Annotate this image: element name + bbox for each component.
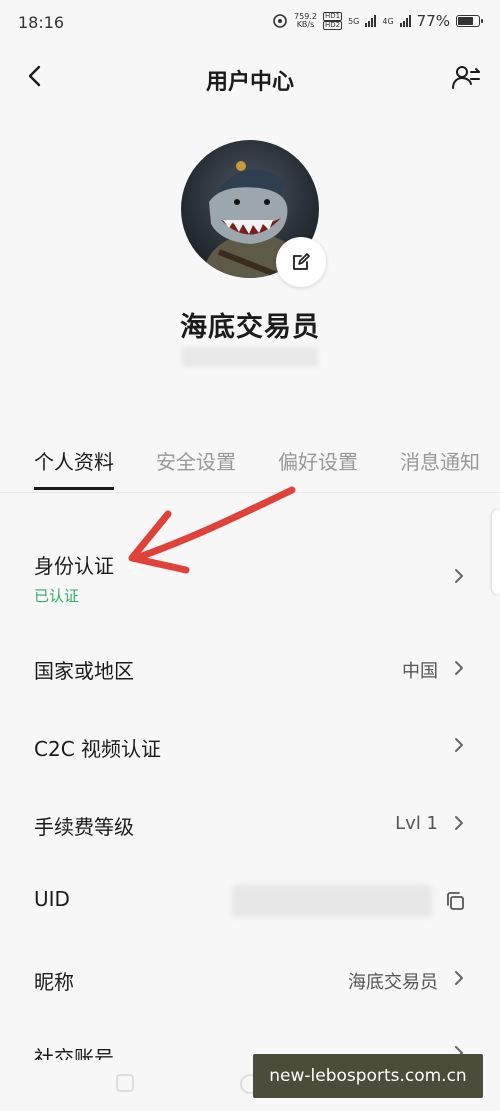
hd-badge: HD1 HD2 xyxy=(322,12,343,30)
tab-personal-info[interactable]: 个人资料 xyxy=(34,446,114,490)
nickname-row[interactable]: 昵称 海底交易员 xyxy=(0,945,500,1015)
c2c-video-verification-row[interactable]: C2C 视频认证 xyxy=(0,712,500,782)
edit-avatar-button[interactable] xyxy=(276,237,326,287)
recent-apps-icon[interactable] xyxy=(116,1074,134,1092)
status-bar: 18:16 759.2 KB/s HD1 HD2 5G 4G 77% xyxy=(0,0,500,46)
username: 海底交易员 xyxy=(180,312,320,343)
net-speed: 759.2 KB/s xyxy=(294,12,317,29)
tab-bar: 个人资料 安全设置 偏好设置 消息通知 xyxy=(0,440,500,493)
hotspot-icon xyxy=(273,14,287,28)
identity-label: 身份认证 xyxy=(34,554,114,578)
chevron-right-icon xyxy=(455,569,463,583)
c2c-label: C2C 视频认证 xyxy=(34,737,162,761)
fee-value: Lvl 1 xyxy=(395,813,438,834)
status-icons: 759.2 KB/s HD1 HD2 5G 4G 77% xyxy=(272,12,483,30)
tab-notifications[interactable]: 消息通知 xyxy=(400,446,480,475)
redacted-account-id xyxy=(182,347,318,367)
battery-percent: 77% xyxy=(416,12,450,30)
battery-icon xyxy=(456,15,483,27)
identity-status: 已认证 xyxy=(34,587,80,605)
network-5g: 5G xyxy=(348,16,360,26)
fee-level-row[interactable]: 手续费等级 Lvl 1 xyxy=(0,790,500,860)
identity-verification-row[interactable]: 身份认证 已认证 xyxy=(0,540,500,620)
nickname-value: 海底交易员 xyxy=(348,972,438,993)
country-value: 中国 xyxy=(402,661,438,682)
side-drawer-handle[interactable] xyxy=(492,510,500,594)
user-switch-icon[interactable] xyxy=(450,62,482,94)
status-time: 18:16 xyxy=(18,13,65,32)
uid-label: UID xyxy=(34,887,70,911)
country-region-row[interactable]: 国家或地区 中国 xyxy=(0,635,500,705)
page-title: 用户中心 xyxy=(205,70,294,95)
social-label: 社交账号 xyxy=(34,1046,114,1060)
chevron-right-icon xyxy=(455,971,463,985)
chevron-right-icon xyxy=(455,738,463,752)
watermark: new-lebosports.com.cn xyxy=(253,1054,483,1098)
edit-icon xyxy=(293,253,310,270)
chevron-right-icon xyxy=(455,816,463,830)
signal-icon xyxy=(365,15,377,27)
tab-preference-settings[interactable]: 偏好设置 xyxy=(278,446,358,475)
fee-label: 手续费等级 xyxy=(34,815,134,839)
network-4g: 4G xyxy=(382,16,394,26)
redacted-uid-value xyxy=(232,885,432,917)
battery-fill xyxy=(458,17,473,25)
country-label: 国家或地区 xyxy=(34,659,134,683)
copy-icon[interactable] xyxy=(444,890,466,912)
nickname-label: 昵称 xyxy=(34,970,74,994)
signal-icon-2 xyxy=(399,15,411,27)
tab-security-settings[interactable]: 安全设置 xyxy=(156,446,236,475)
nav-bar: 用户中心 xyxy=(0,52,500,104)
chevron-right-icon xyxy=(455,661,463,675)
